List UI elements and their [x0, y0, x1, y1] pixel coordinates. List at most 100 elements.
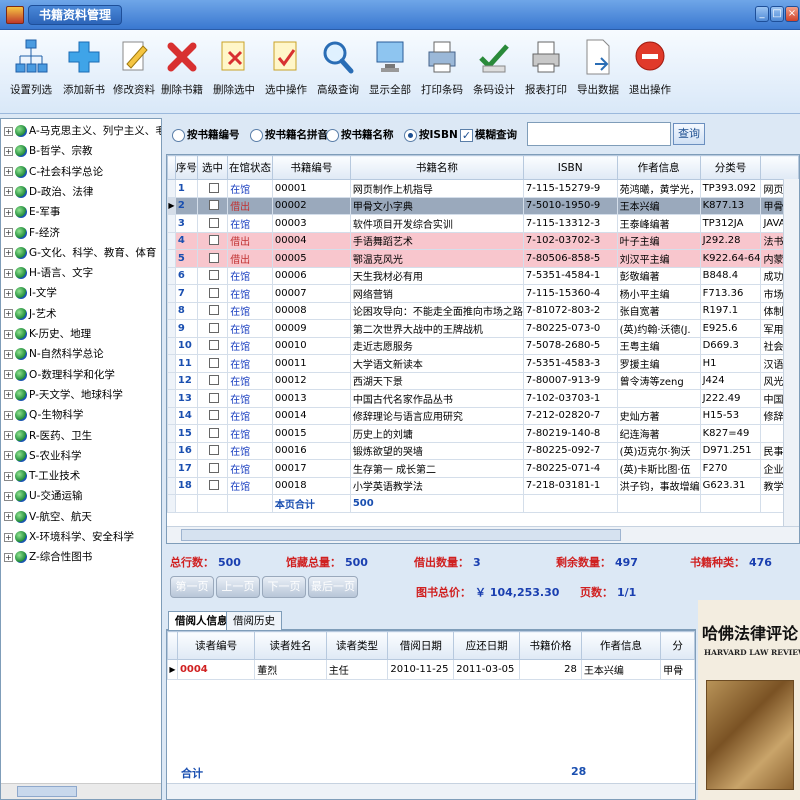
first-page-button[interactable]: 第一页 [170, 576, 214, 598]
tree-item[interactable]: + S-农业科学 [4, 448, 81, 466]
tree-item[interactable]: + J-艺术 [4, 306, 57, 324]
borrow-column-header[interactable]: 分 [660, 631, 695, 660]
table-row[interactable]: 17 在馆 00017 生存第一 成长第二 7-80225-071-4 (英)卡斯比图·伍… [167, 459, 799, 478]
row-checkbox[interactable] [208, 427, 219, 438]
table-row[interactable]: 4 借出 00004 手语舞蹈艺术 7-102-03702-3 叶子主编 J292.28 法书 [167, 231, 799, 250]
expand-icon[interactable]: + [4, 146, 13, 156]
toolbar-button-delete[interactable]: 删除书籍 [155, 38, 209, 108]
search-button[interactable]: 查询 [673, 123, 705, 145]
tree-item[interactable]: + P-天文学、地球科学 [4, 387, 123, 405]
expand-icon[interactable]: + [4, 410, 13, 420]
tree-item[interactable]: + G-文化、科学、教育、体育 [4, 245, 156, 263]
expand-icon[interactable]: + [4, 390, 13, 400]
toolbar-button-edit[interactable]: 修改资料 [107, 38, 161, 108]
table-row[interactable]: 15 在馆 00015 历史上的刘墉 7-80219-140-8 纪连海著 K827=49 [167, 424, 799, 443]
tree-item[interactable]: + R-医药、卫生 [4, 428, 92, 446]
row-checkbox[interactable] [208, 305, 219, 316]
tree-item[interactable]: + X-环境科学、安全科学 [4, 529, 134, 547]
expand-icon[interactable]: + [4, 167, 13, 177]
table-row[interactable]: 5 借出 00005 鄂温克风光 7-80506-858-5 刘汉平主编 K922.64-6… [167, 249, 799, 268]
table-row[interactable]: 3 在馆 00003 软件项目开发综合实训 7-115-13312-3 王泰峰编著 TP31… [167, 214, 799, 233]
row-checkbox[interactable] [208, 445, 219, 456]
expand-icon[interactable]: + [4, 532, 13, 542]
toolbar-button-add[interactable]: 添加新书 [57, 38, 111, 108]
grid-horizontal-scrollbar[interactable] [167, 526, 799, 543]
row-checkbox[interactable] [208, 480, 219, 491]
row-checkbox[interactable] [208, 200, 219, 211]
expand-icon[interactable]: + [4, 309, 13, 319]
toolbar-button-check-operation[interactable]: 选中操作 [259, 38, 313, 108]
tree-item[interactable]: + A-马克思主义、列宁主义、毛 [4, 123, 161, 141]
radio-by-pinyin[interactable]: 按书籍名拼音 [250, 127, 328, 142]
row-checkbox[interactable] [208, 375, 219, 386]
column-header[interactable]: 分类号 [699, 155, 762, 180]
row-checkbox[interactable] [208, 357, 219, 368]
table-row[interactable]: 10 在馆 00010 走近志愿服务 7-5078-2680-5 王粤主编 D669.3 社会 [167, 336, 799, 355]
table-row[interactable]: 13 在馆 00013 中国古代名家作品丛书 7-102-03703-1 J222.49 中… [167, 389, 799, 408]
expand-icon[interactable]: + [4, 512, 13, 522]
tree-item[interactable]: + U-交通运输 [4, 488, 82, 506]
expand-icon[interactable]: + [4, 349, 13, 359]
table-row[interactable]: 1 在馆 00001 网页制作上机指导 7-115-15279-9 苑鸿曦，黄学光， TP3… [167, 179, 799, 198]
expand-icon[interactable]: + [4, 288, 13, 298]
minimize-button[interactable]: _ [755, 6, 769, 22]
row-indicator[interactable] [167, 249, 176, 268]
expand-icon[interactable]: + [4, 451, 13, 461]
expand-icon[interactable]: + [4, 431, 13, 440]
grid-vertical-scrollbar[interactable] [783, 179, 799, 526]
expand-icon[interactable]: + [4, 126, 13, 136]
tree-item[interactable]: + O-数理科学和化学 [4, 367, 115, 385]
tree-horizontal-scrollbar[interactable] [1, 783, 161, 799]
last-page-button[interactable]: 最后一页 [308, 576, 358, 598]
row-indicator[interactable] [167, 336, 176, 355]
borrow-column-header[interactable]: 读者姓名 [254, 631, 327, 660]
tree-item[interactable]: + H-语言、文字 [4, 265, 93, 283]
toolbar-button-show-all[interactable]: 显示全部 [363, 38, 417, 108]
radio-by-isbn[interactable]: 按ISBN [404, 127, 458, 142]
borrow-column-header[interactable]: 借阅日期 [387, 631, 455, 660]
row-checkbox[interactable] [208, 392, 219, 403]
column-header[interactable]: ISBN [522, 155, 618, 180]
tree-item[interactable]: + K-历史、地理 [4, 326, 91, 344]
row-checkbox[interactable] [208, 182, 219, 193]
table-row[interactable]: 11 在馆 00011 大学语文新读本 7-5351-4583-3 罗援主编 H1 汉语 [167, 354, 799, 373]
toolbar-button-print-barcode[interactable]: 打印条码 [415, 38, 469, 108]
row-checkbox[interactable] [208, 270, 219, 281]
row-checkbox[interactable] [208, 340, 219, 351]
borrower-horizontal-scrollbar[interactable] [167, 783, 695, 799]
row-indicator[interactable] [167, 284, 176, 303]
tree-item[interactable]: + F-经济 [4, 225, 60, 243]
row-checkbox[interactable] [208, 252, 219, 263]
row-indicator[interactable] [167, 371, 176, 390]
table-row[interactable]: ▶ 2 借出 00002 甲骨文小字典 7-5010-1950-9 王本兴编 K877.13 甲… [167, 196, 799, 215]
table-row[interactable]: 6 在馆 00006 天生我材必有用 7-5351-4584-1 彭敬编著 B848.4 成功 [167, 266, 799, 285]
row-indicator[interactable] [167, 476, 176, 495]
row-indicator[interactable] [167, 459, 176, 478]
row-indicator[interactable] [167, 301, 176, 320]
borrow-column-header[interactable]: 应还日期 [453, 631, 521, 660]
tree-item[interactable]: + N-自然科学总论 [4, 346, 104, 364]
column-header[interactable]: 书籍名称 [349, 155, 524, 180]
row-indicator[interactable] [167, 389, 176, 408]
table-row[interactable]: 12 在馆 00012 西湖天下景 7-80007-913-9 曾令涛等zeng J424 风… [167, 371, 799, 390]
row-indicator[interactable] [167, 266, 176, 285]
fuzzy-search-checkbox[interactable]: ✓ 模糊查询 [460, 127, 517, 142]
column-header[interactable]: 在馆状态 [227, 155, 273, 180]
table-row[interactable]: 7 在馆 00007 网络营销 7-115-15360-4 杨小平主编 F713.36 市场 [167, 284, 799, 303]
table-row[interactable]: 16 在馆 00016 锻炼欲望的哭墙 7-80225-092-7 (英)迈克尔·狗沃 D9… [167, 441, 799, 460]
expand-icon[interactable]: + [4, 228, 13, 237]
tree-item[interactable]: + D-政治、法律 [4, 184, 93, 202]
toolbar-button-column-settings[interactable]: 设置列选 [4, 38, 58, 108]
expand-icon[interactable]: + [4, 187, 13, 197]
tab-borrow-history[interactable]: 借阅历史 [226, 611, 282, 630]
expand-icon[interactable]: + [4, 552, 13, 562]
search-input[interactable] [527, 122, 671, 146]
tree-item[interactable]: + B-哲学、宗教 [4, 143, 93, 161]
row-indicator[interactable] [167, 424, 176, 443]
prev-page-button[interactable]: 上一页 [216, 576, 260, 598]
row-checkbox[interactable] [208, 410, 219, 421]
row-indicator[interactable]: ▶ [167, 659, 178, 680]
tab-borrower-info[interactable]: 借阅人信息 [168, 611, 235, 630]
row-indicator[interactable] [167, 231, 176, 250]
row-indicator[interactable] [167, 441, 176, 460]
